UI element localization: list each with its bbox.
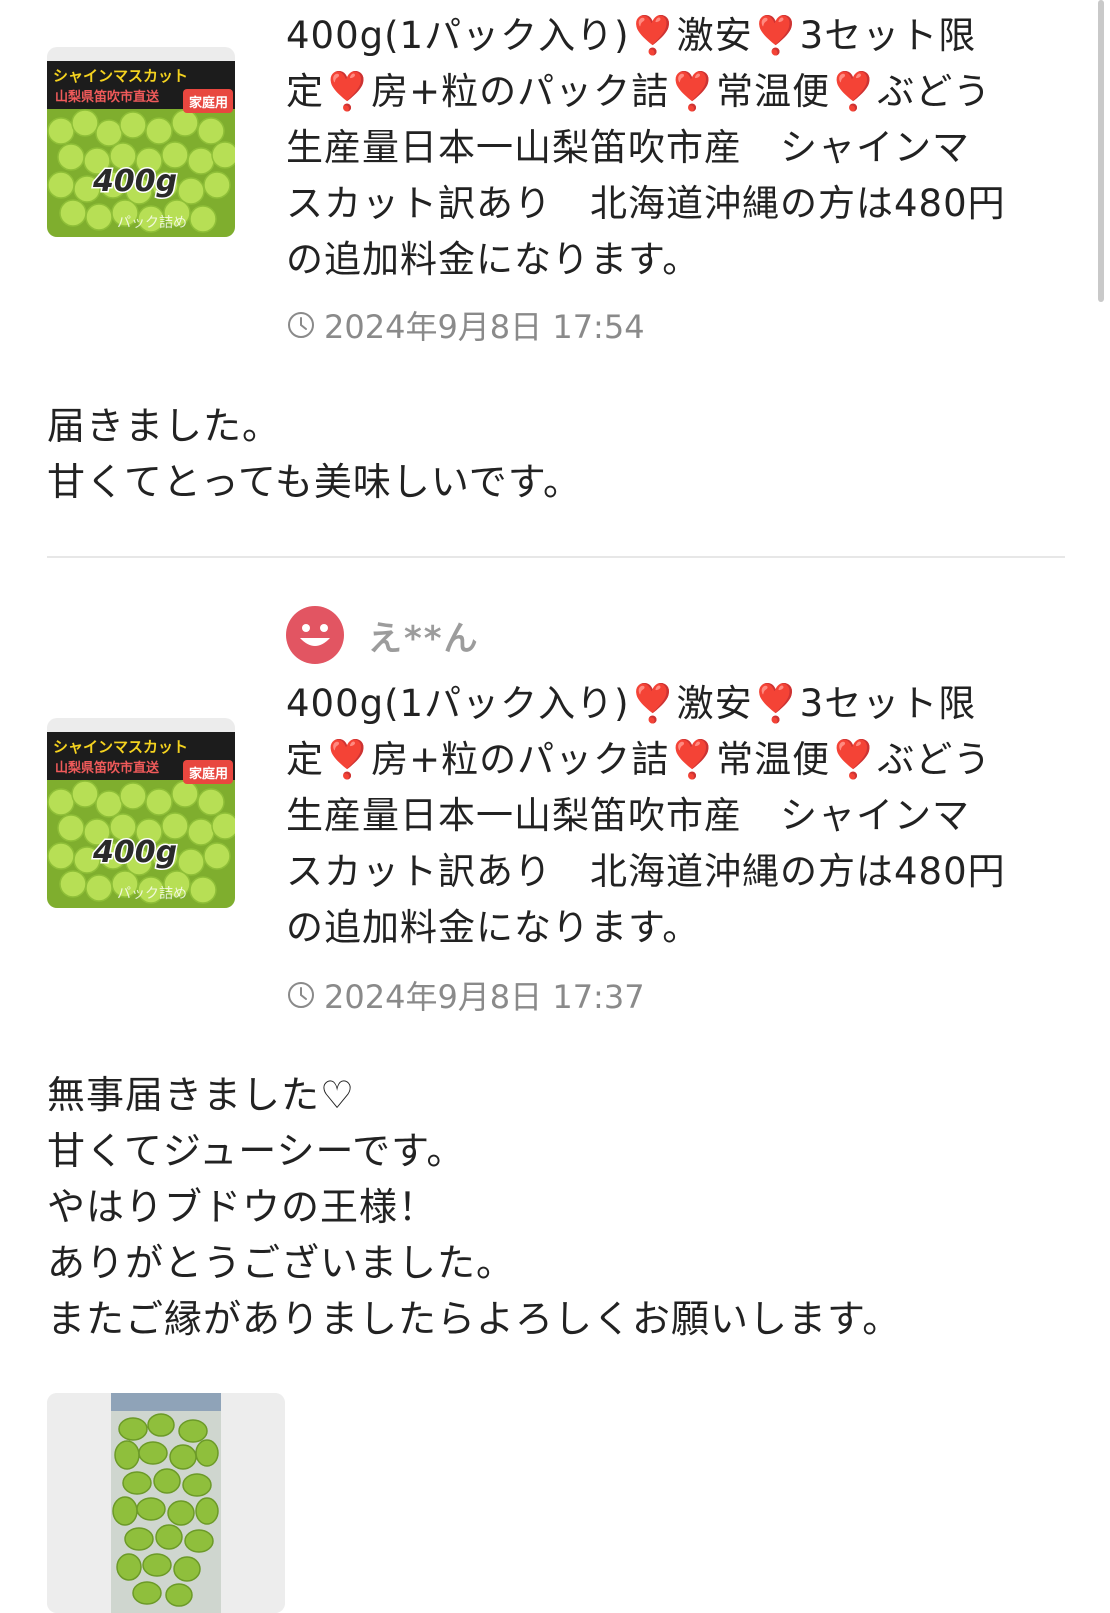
title-line: の追加料金になります。 <box>286 906 701 949</box>
review-date-text: 2024年9月8日 17:54 <box>324 308 645 346</box>
product-image: シャインマスカット 山梨県笛吹市直送 家庭用 400g パック詰め <box>47 61 235 237</box>
clock-icon <box>288 312 314 338</box>
svg-text:家庭用: 家庭用 <box>189 766 228 782</box>
svg-text:家庭用: 家庭用 <box>189 95 228 111</box>
product-thumbnail[interactable]: シャインマスカット 山梨県笛吹市直送 家庭用 400g パック詰め <box>47 718 235 908</box>
reviewer-info[interactable]: え**ん <box>286 606 480 664</box>
comment-line: 無事届きました♡ <box>47 1073 356 1117</box>
svg-text:400g: 400g <box>92 164 177 199</box>
comment-line: ありがとうございました。 <box>47 1241 516 1285</box>
smiley-avatar-icon <box>286 606 344 664</box>
svg-text:シャインマスカット: シャインマスカット <box>53 67 188 85</box>
title-line: 400g(1パック入り)❣️激安❣️3セット限 <box>286 682 977 725</box>
product-title[interactable]: 400g(1パック入り)❣️激安❣️3セット限 定❣️房+粒のパック詰❣️常温便… <box>286 676 1076 956</box>
clock-icon <box>288 982 314 1008</box>
svg-text:シャインマスカット: シャインマスカット <box>53 738 188 756</box>
review-comment: 無事届きました♡ 甘くてジューシーです。 やはりブドウの王様！ ありがとうござい… <box>47 1067 1067 1347</box>
title-line: 生産量日本一山梨笛吹市産 シャインマ <box>286 794 970 837</box>
title-line: の追加料金になります。 <box>286 238 701 281</box>
title-line: スカット訳あり 北海道沖縄の方は480円 <box>286 850 1006 893</box>
reviewer-name: え**ん <box>368 618 480 659</box>
review-date-text: 2024年9月8日 17:37 <box>324 978 645 1016</box>
review-comment: 届きました。 甘くてとっても美味しいです。 <box>47 398 1067 510</box>
svg-text:パック詰め: パック詰め <box>117 215 187 231</box>
grape-photo <box>47 1393 285 1613</box>
svg-text:400g: 400g <box>92 835 177 870</box>
comment-line: 届きました。 <box>47 404 282 448</box>
title-line: 定❣️房+粒のパック詰❣️常温便❣️ぶどう <box>286 70 992 113</box>
svg-text:パック詰め: パック詰め <box>117 886 187 902</box>
title-line: スカット訳あり 北海道沖縄の方は480円 <box>286 182 1006 225</box>
review-date: 2024年9月8日 17:37 <box>286 972 645 1018</box>
product-image: シャインマスカット 山梨県笛吹市直送 家庭用 400g パック詰め <box>47 732 235 908</box>
review-date: 2024年9月8日 17:54 <box>286 302 645 348</box>
comment-line: またご縁がありましたらよろしくお願いします。 <box>47 1297 902 1341</box>
product-thumbnail[interactable]: シャインマスカット 山梨県笛吹市直送 家庭用 400g パック詰め <box>47 47 235 237</box>
review-photo[interactable] <box>47 1393 285 1613</box>
svg-text:山梨県笛吹市直送: 山梨県笛吹市直送 <box>55 89 160 105</box>
comment-line: 甘くてジューシーです。 <box>47 1129 466 1173</box>
title-line: 定❣️房+粒のパック詰❣️常温便❣️ぶどう <box>286 738 992 781</box>
scrollbar-thumb[interactable] <box>1098 0 1104 302</box>
comment-line: 甘くてとっても美味しいです。 <box>47 460 582 504</box>
title-line: 生産量日本一山梨笛吹市産 シャインマ <box>286 126 970 169</box>
svg-text:山梨県笛吹市直送: 山梨県笛吹市直送 <box>55 760 160 776</box>
comment-line: やはりブドウの王様！ <box>47 1185 438 1229</box>
review-divider <box>47 556 1065 558</box>
product-title[interactable]: 400g(1パック入り)❣️激安❣️3セット限 定❣️房+粒のパック詰❣️常温便… <box>286 8 1076 288</box>
title-line: 400g(1パック入り)❣️激安❣️3セット限 <box>286 14 977 57</box>
